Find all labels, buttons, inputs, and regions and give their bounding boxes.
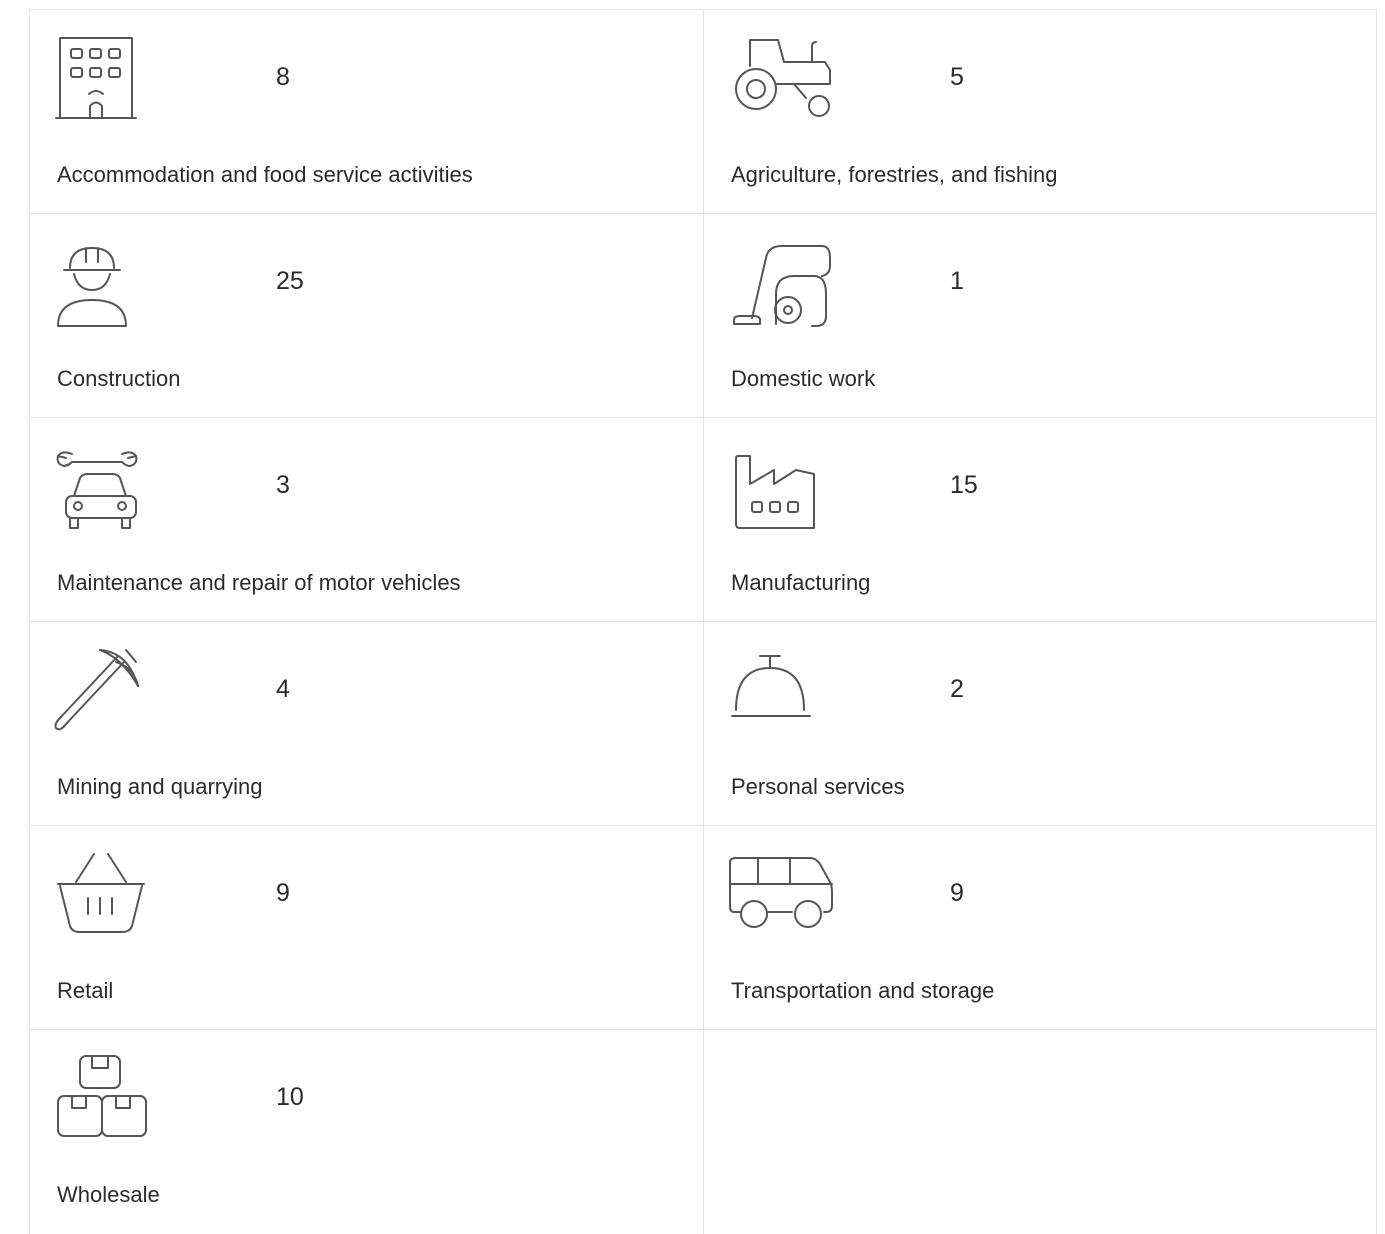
industry-count: 9 [276,879,290,907]
industry-label: Accommodation and food service activitie… [57,162,473,187]
empty-cell [704,1030,1377,1234]
industry-label: Transportation and storage [731,978,995,1003]
industry-label: Wholesale [57,1182,160,1207]
industry-count: 10 [276,1083,304,1111]
industry-card: 10 Wholesale [30,1030,704,1234]
pickaxe-icon [54,648,152,734]
industry-label: Retail [57,978,114,1003]
shopping-basket-icon [56,852,152,938]
industry-count: 15 [950,471,978,499]
factory-icon [730,444,826,530]
industry-count: 2 [950,675,964,703]
industry-label: Agriculture, forestries, and fishing [731,162,1058,187]
vacuum-cleaner-icon [730,240,831,327]
industry-card: 2 Personal services [704,622,1377,826]
industry-count: 8 [276,63,290,91]
industry-count: 3 [276,471,290,499]
industry-card: 9 Retail [30,826,704,1030]
industry-card: 5 Agriculture, forestries, and fishing [704,10,1377,214]
industry-label: Maintenance and repair of motor vehicles [57,570,461,595]
car-repair-icon [56,444,152,530]
industry-label: Personal services [731,774,905,799]
industry-label: Construction [57,366,181,391]
van-icon [729,852,833,938]
construction-worker-icon [56,240,152,327]
industry-card: 15 Manufacturing [704,418,1377,622]
industry-label: Manufacturing [731,570,871,595]
tractor-icon [730,36,831,122]
service-bell-icon [730,648,826,734]
industry-count: 4 [276,675,290,703]
industry-card: 4 Mining and quarrying [30,622,704,826]
industry-count: 25 [276,267,304,295]
industry-count: 5 [950,63,964,91]
industry-count: 1 [950,267,964,295]
industry-card: 9 Transportation and storage [704,826,1377,1030]
stacked-boxes-icon [56,1055,152,1142]
industry-count: 9 [950,879,964,907]
industry-card: 25 Construction [30,214,704,418]
industry-label: Domestic work [731,366,876,391]
hotel-icon [55,36,152,122]
industry-card: 3 Maintenance and repair of motor vehicl… [30,418,704,622]
industry-label: Mining and quarrying [57,774,263,799]
industry-card: 1 Domestic work [704,214,1377,418]
industry-card: 8 Accommodation and food service activit… [30,10,704,214]
industry-grid: 8 Accommodation and food service activit… [29,9,1377,1234]
